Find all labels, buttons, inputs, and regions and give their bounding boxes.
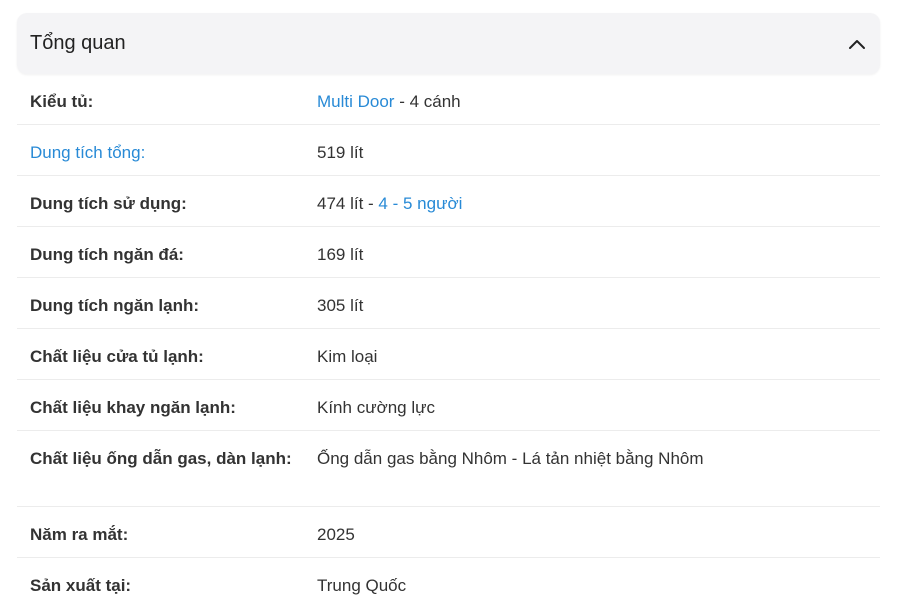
spec-value: Ống dẫn gas bằng Nhôm - Lá tản nhiệt bằn… [317,449,704,468]
spec-row-door-type: Kiểu tủ: Multi Door - 4 cánh [17,74,880,125]
spec-row-gas-pipe-material: Chất liệu ống dẫn gas, dàn lạnh: Ống dẫn… [17,431,880,507]
spec-label: Chất liệu khay ngăn lạnh: [30,398,236,417]
spec-row-usable-capacity: Dung tích sử dụng: 474 lít - 4 - 5 người [17,176,880,227]
spec-row-fridge-capacity: Dung tích ngăn lạnh: 305 lít [17,278,880,329]
door-type-link[interactable]: Multi Door [317,92,394,111]
spec-value: Kính cường lực [317,398,436,417]
spec-row-freezer-capacity: Dung tích ngăn đá: 169 lít [17,227,880,278]
spec-list: Kiểu tủ: Multi Door - 4 cánh Dung tích t… [17,74,880,609]
overview-panel: Tổng quan Kiểu tủ: Multi Door - 4 cánh D… [17,13,880,609]
spec-label: Dung tích ngăn lạnh: [30,296,200,315]
spec-value: Kim loại [317,347,378,366]
spec-value: 2025 [317,525,355,544]
chevron-up-icon[interactable] [847,34,867,54]
spec-row-tray-material: Chất liệu khay ngăn lạnh: Kính cường lực [17,380,880,431]
spec-value: 519 lít [317,143,364,162]
spec-row-made-in: Sản xuất tại: Trung Quốc [17,558,880,609]
spec-label: Dung tích ngăn đá: [30,245,184,264]
spec-row-release-year: Năm ra mắt: 2025 [17,507,880,558]
usable-capacity-amount: 474 lít - [317,194,379,213]
spec-label: Dung tích sử dụng: [30,194,187,213]
household-size-link[interactable]: 4 - 5 người [378,194,462,213]
spec-value: 169 lít [317,245,364,264]
door-type-detail: - 4 cánh [394,92,461,111]
spec-value: 305 lít [317,296,364,315]
spec-label: Kiểu tủ: [30,92,94,111]
spec-value: Trung Quốc [317,576,407,595]
overview-title: Tổng quan [30,32,126,54]
spec-label: Năm ra mắt: [30,525,129,544]
overview-header[interactable]: Tổng quan [17,13,880,74]
total-capacity-link[interactable]: Dung tích tổng: [30,140,317,175]
spec-value: 474 lít - 4 - 5 người [317,191,867,226]
spec-label: Chất liệu cửa tủ lạnh: [30,347,204,366]
spec-label: Sản xuất tại: [30,576,132,595]
spec-label: Chất liệu ống dẫn gas, dàn lạnh: [30,449,292,468]
spec-value: Multi Door - 4 cánh [317,89,867,124]
spec-row-door-material: Chất liệu cửa tủ lạnh: Kim loại [17,329,880,380]
spec-row-total-capacity: Dung tích tổng: 519 lít [17,125,880,176]
